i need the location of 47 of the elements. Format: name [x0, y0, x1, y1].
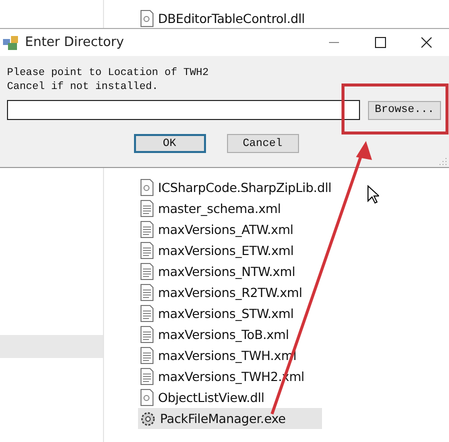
file-name: ICSharpCode.SharpZipLib.dll: [158, 180, 332, 195]
document-icon: [140, 242, 154, 259]
document-icon: [140, 305, 154, 322]
file-item[interactable]: master_schema.xml: [138, 198, 322, 219]
document-icon: [140, 347, 154, 364]
file-gear-icon: [140, 10, 154, 27]
window-title: Enter Directory: [25, 35, 125, 50]
file-name: PackFileManager.exe: [160, 411, 286, 426]
directory-input-field[interactable]: [7, 100, 360, 120]
file-name: maxVersions_NTW.xml: [158, 264, 296, 279]
file-item[interactable]: DBEditorTableControl.dll: [138, 8, 322, 29]
document-icon: [140, 221, 154, 238]
minimize-icon: [329, 42, 339, 43]
file-name: maxVersions_R2TW.xml: [158, 285, 302, 300]
document-icon: [140, 200, 154, 217]
resize-grip-icon[interactable]: [439, 157, 447, 165]
message-text: Cancel if not installed.: [7, 80, 160, 94]
close-icon: [420, 37, 432, 48]
file-gear-icon: [140, 179, 154, 196]
maximize-icon: [374, 37, 386, 48]
file-item[interactable]: PackFileManager.exe: [138, 408, 322, 429]
document-icon: [140, 326, 154, 343]
file-item[interactable]: ObjectListView.dll: [138, 387, 322, 408]
document-icon: [140, 263, 154, 280]
file-name: maxVersions_ATW.xml: [158, 222, 294, 237]
file-item[interactable]: maxVersions_R2TW.xml: [138, 282, 322, 303]
file-item[interactable]: maxVersions_ATW.xml: [138, 219, 322, 240]
gear-icon: [140, 410, 156, 426]
file-item[interactable]: maxVersions_ETW.xml: [138, 240, 322, 261]
file-item[interactable]: maxVersions_NTW.xml: [138, 261, 322, 282]
file-item[interactable]: maxVersions_STW.xml: [138, 303, 322, 324]
file-name: master_schema.xml: [158, 201, 281, 216]
mouse-cursor-icon: [367, 185, 379, 204]
app-icon: [3, 36, 19, 50]
message-text: Please point to Location of TWH2: [7, 66, 210, 80]
browse-button[interactable]: Browse...: [368, 100, 441, 120]
file-name: maxVersions_ToB.xml: [158, 327, 289, 342]
document-icon: [140, 368, 154, 385]
cancel-button[interactable]: Cancel: [226, 134, 298, 153]
file-name: ObjectListView.dll: [158, 390, 264, 405]
file-name: DBEditorTableControl.dll: [158, 11, 305, 26]
file-gear-icon: [140, 389, 154, 406]
file-item[interactable]: maxVersions_ToB.xml: [138, 324, 322, 345]
file-name: maxVersions_ETW.xml: [158, 243, 294, 258]
ok-button[interactable]: OK: [134, 134, 206, 153]
document-icon: [140, 284, 154, 301]
file-name: maxVersions_STW.xml: [158, 306, 294, 321]
